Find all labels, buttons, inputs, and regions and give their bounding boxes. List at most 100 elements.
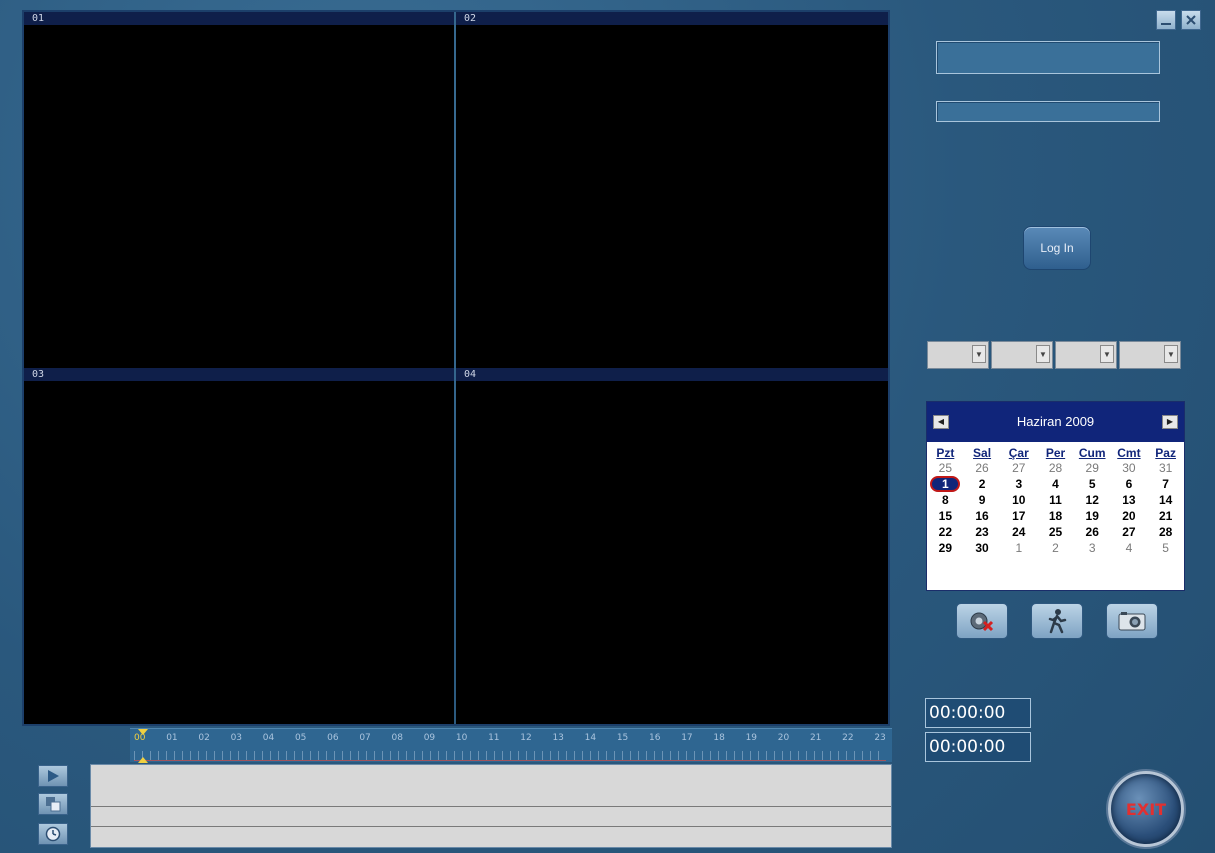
prev-month-button[interactable]: ◀ xyxy=(933,415,949,429)
chevron-down-icon[interactable]: ▼ xyxy=(972,345,986,363)
calendar-day-number: 29 xyxy=(938,541,953,555)
calendar-day-number: 7 xyxy=(1162,477,1169,491)
calendar-day-number: 25 xyxy=(938,461,953,475)
timeline-hour-label: 08 xyxy=(391,733,403,743)
calendar: ◀ Haziran 2009 ▶ Pzt Sal Çar Per Cum Cmt Paz 2… xyxy=(926,401,1185,591)
calendar-day[interactable]: 27 xyxy=(1111,524,1148,540)
calendar-day-number: 4 xyxy=(1125,541,1133,555)
calendar-day[interactable]: 5 xyxy=(1147,540,1184,556)
timeline-hour-label: 21 xyxy=(809,733,822,743)
calendar-day[interactable]: 30 xyxy=(1111,460,1148,476)
calendar-day[interactable]: 4 xyxy=(1111,540,1148,556)
camera-panel-4[interactable]: 04 xyxy=(456,368,888,724)
calendar-day[interactable]: 2 xyxy=(964,476,1001,492)
select-3[interactable]: ▼ xyxy=(1055,341,1117,369)
calendar-day[interactable]: 21 xyxy=(1147,508,1184,524)
calendar-day[interactable]: 14 xyxy=(1147,492,1184,508)
calendar-day-number: 6 xyxy=(1125,477,1133,491)
username-field[interactable] xyxy=(936,41,1160,74)
calendar-day-number: 13 xyxy=(1122,493,1136,507)
timeline-hour-label: 20 xyxy=(777,733,790,743)
calendar-day[interactable]: 29 xyxy=(927,540,964,556)
login-button[interactable]: Log In xyxy=(1023,226,1091,270)
chevron-down-icon[interactable]: ▼ xyxy=(1100,345,1114,363)
play-button[interactable] xyxy=(38,765,68,787)
calendar-day[interactable]: 28 xyxy=(1037,460,1074,476)
calendar-day[interactable]: 12 xyxy=(1074,492,1111,508)
delete-camera-button[interactable] xyxy=(956,603,1008,639)
timeline-hour-label: 17 xyxy=(681,733,693,743)
calendar-day-number: 26 xyxy=(975,461,989,475)
calendar-day-number: 10 xyxy=(1012,493,1026,507)
calendar-day[interactable]: 25 xyxy=(927,460,964,476)
calendar-day[interactable]: 30 xyxy=(964,540,1001,556)
calendar-day[interactable]: 27 xyxy=(1000,460,1037,476)
camera-panel-2[interactable]: 02 xyxy=(456,12,888,368)
calendar-day-number: 28 xyxy=(1158,525,1173,539)
calendar-day[interactable]: 29 xyxy=(1074,460,1111,476)
next-month-button[interactable]: ▶ xyxy=(1162,415,1178,429)
calendar-day[interactable]: 28 xyxy=(1147,524,1184,540)
select-2[interactable]: ▼ xyxy=(991,341,1053,369)
calendar-day[interactable]: 11 xyxy=(1037,492,1074,508)
playback-timeline[interactable]: 00 01 02 03 04 05 06 07 08 09 10 11 12 13 14 15 16 17 18 19… xyxy=(130,728,892,763)
copy-button[interactable] xyxy=(38,793,68,815)
calendar-day[interactable]: 10 xyxy=(1000,492,1037,508)
timeline-hour-label: 19 xyxy=(745,733,758,743)
log-row[interactable] xyxy=(91,765,891,807)
calendar-day[interactable]: 13 xyxy=(1111,492,1148,508)
minimize-button[interactable] xyxy=(1156,10,1176,30)
calendar-day[interactable]: 26 xyxy=(1074,524,1111,540)
motion-detect-button[interactable] xyxy=(1031,603,1083,639)
end-time-field[interactable]: 00:00:00 xyxy=(925,732,1031,762)
timeline-hour-label: 09 xyxy=(423,733,436,743)
calendar-day[interactable]: 24 xyxy=(1000,524,1037,540)
password-field[interactable] xyxy=(936,101,1160,122)
calendar-day[interactable]: 25 xyxy=(1037,524,1074,540)
log-row[interactable] xyxy=(91,807,891,827)
calendar-day[interactable]: 15 xyxy=(927,508,964,524)
calendar-day[interactable]: 31 xyxy=(1147,460,1184,476)
calendar-day-number: 2 xyxy=(978,477,986,491)
exit-button[interactable]: EXIT xyxy=(1108,771,1184,847)
calendar-day[interactable]: 3 xyxy=(1074,540,1111,556)
calendar-day[interactable]: 2 xyxy=(1037,540,1074,556)
minimize-icon xyxy=(1161,23,1171,25)
chevron-down-icon[interactable]: ▼ xyxy=(1036,345,1050,363)
calendar-day[interactable]: 7 xyxy=(1147,476,1184,492)
timeline-hour-label: 07 xyxy=(359,733,371,743)
calendar-day[interactable]: 6 xyxy=(1111,476,1148,492)
calendar-day[interactable]: 1 xyxy=(927,476,964,492)
calendar-day[interactable]: 18 xyxy=(1037,508,1074,524)
timeline-hour-label: 10 xyxy=(455,733,468,743)
calendar-day[interactable]: 17 xyxy=(1000,508,1037,524)
timeline-hour-label: 18 xyxy=(713,733,725,743)
camera-panel-3[interactable]: 03 xyxy=(24,368,454,724)
calendar-day[interactable]: 4 xyxy=(1037,476,1074,492)
timeline-ruler[interactable] xyxy=(134,751,886,761)
timeline-position-handle[interactable] xyxy=(138,729,148,763)
close-icon xyxy=(1186,15,1196,25)
chevron-down-icon[interactable]: ▼ xyxy=(1164,345,1178,363)
event-log-list[interactable] xyxy=(90,764,892,848)
calendar-day[interactable]: 16 xyxy=(964,508,1001,524)
camera-panel-1[interactable]: 01 xyxy=(24,12,454,368)
select-1[interactable]: ▼ xyxy=(927,341,989,369)
calendar-day[interactable]: 23 xyxy=(964,524,1001,540)
schedule-button[interactable] xyxy=(38,823,68,845)
start-time-field[interactable]: 00:00:00 xyxy=(925,698,1031,728)
calendar-day-number: 25 xyxy=(1048,525,1063,539)
close-button[interactable] xyxy=(1181,10,1201,30)
calendar-day[interactable]: 5 xyxy=(1074,476,1111,492)
calendar-day[interactable]: 26 xyxy=(964,460,1001,476)
calendar-day[interactable]: 8 xyxy=(927,492,964,508)
calendar-day[interactable]: 9 xyxy=(964,492,1001,508)
calendar-day[interactable]: 3 xyxy=(1000,476,1037,492)
snapshot-button[interactable] xyxy=(1106,603,1158,639)
calendar-day-number: 18 xyxy=(1048,509,1063,523)
calendar-day[interactable]: 22 xyxy=(927,524,964,540)
calendar-day[interactable]: 20 xyxy=(1111,508,1148,524)
calendar-day[interactable]: 19 xyxy=(1074,508,1111,524)
select-4[interactable]: ▼ xyxy=(1119,341,1181,369)
calendar-day[interactable]: 1 xyxy=(1000,540,1037,556)
